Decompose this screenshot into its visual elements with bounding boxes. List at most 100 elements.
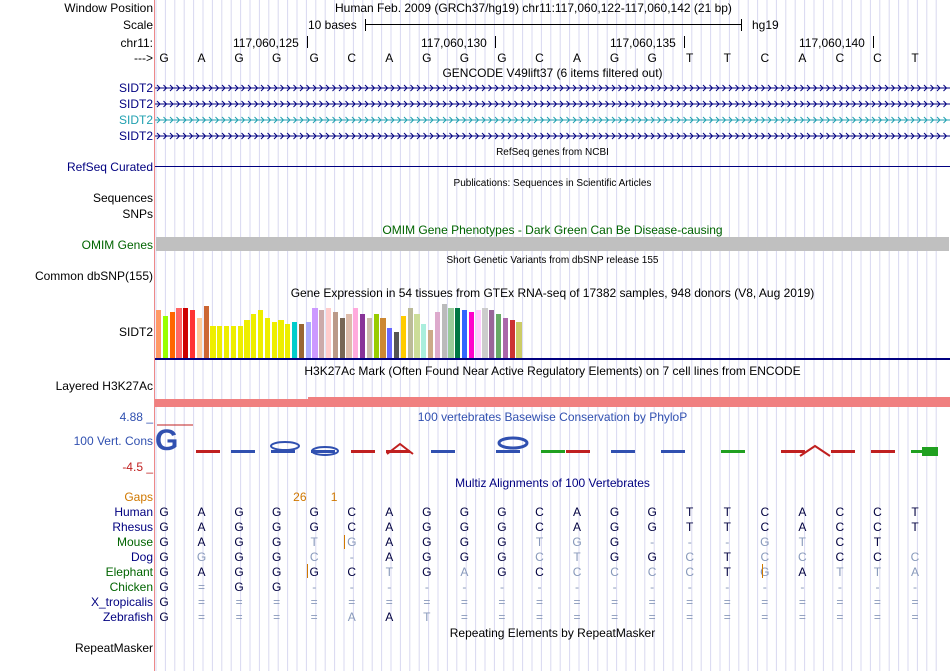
gtex-tissue-bar[interactable]	[217, 326, 223, 358]
aligned-base: =	[911, 610, 919, 624]
dbsnp-title: Short Genetic Variants from dbSNP releas…	[446, 255, 659, 266]
species-label[interactable]: Mouse	[117, 535, 153, 549]
gtex-tissue-bar[interactable]	[224, 326, 230, 358]
gtex-tissue-bar[interactable]	[169, 312, 175, 358]
aligned-base: -	[387, 580, 392, 594]
gtex-tissue-bar[interactable]	[339, 318, 345, 358]
conservation-logo[interactable]: G	[155, 420, 950, 460]
species-label[interactable]: Human	[114, 505, 153, 519]
gtex-tissue-bar[interactable]	[190, 310, 196, 358]
gtex-tissue-bar[interactable]	[455, 308, 461, 358]
gtex-tissue-bar[interactable]	[332, 312, 338, 358]
h3k27ac-label[interactable]: Layered H3K27Ac	[56, 379, 153, 393]
species-label[interactable]: Rhesus	[112, 520, 153, 534]
gtex-tissue-bar[interactable]	[203, 306, 209, 358]
gtex-tissue-bar[interactable]	[366, 318, 372, 358]
aligned-base: G	[647, 505, 657, 519]
gtex-tissue-bar[interactable]	[394, 332, 400, 358]
aligned-base: A	[385, 610, 394, 624]
gencode-gene-line[interactable]	[155, 115, 950, 125]
dbsnp-label[interactable]: Common dbSNP(155)	[35, 269, 153, 283]
gtex-tissue-bar[interactable]	[230, 326, 236, 358]
gtex-tissue-bar[interactable]	[183, 308, 189, 358]
gtex-tissue-bar[interactable]	[496, 314, 502, 358]
gencode-item-label[interactable]: SIDT2	[119, 97, 153, 111]
aligned-base: -	[800, 580, 805, 594]
gtex-tissue-bar[interactable]	[387, 328, 393, 358]
gtex-tissue-bar[interactable]	[326, 308, 332, 358]
gtex-tissue-bar[interactable]	[482, 308, 488, 358]
gtex-title: Gene Expression in 54 tissues from GTEx …	[290, 286, 815, 300]
gtex-tissue-bar[interactable]	[162, 316, 168, 358]
species-label[interactable]: Chicken	[110, 580, 153, 594]
gtex-tissue-bar[interactable]	[441, 304, 447, 358]
gencode-item-label[interactable]: SIDT2	[119, 129, 153, 143]
gtex-tissue-bar[interactable]	[237, 326, 243, 358]
gtex-tissue-bar[interactable]	[298, 324, 304, 358]
gencode-gene-line[interactable]	[155, 131, 950, 141]
gtex-tissue-bar[interactable]	[516, 322, 522, 358]
gtex-tissue-bar[interactable]	[271, 322, 277, 358]
cons-logo-mark	[541, 450, 565, 453]
gtex-tissue-bar[interactable]	[353, 308, 359, 358]
gtex-tissue-bar[interactable]	[210, 326, 216, 358]
gtex-tissue-bar[interactable]	[258, 310, 264, 358]
species-label[interactable]: Elephant	[106, 565, 153, 579]
gtex-tissue-bar[interactable]	[400, 316, 406, 358]
gtex-tissue-bar[interactable]	[346, 314, 352, 358]
gtex-tissue-bar[interactable]	[434, 312, 440, 358]
aligned-base: G	[609, 550, 620, 564]
gtex-tissue-bar[interactable]	[251, 314, 257, 358]
gtex-tissue-bar[interactable]	[462, 310, 468, 358]
gtex-tissue-bar[interactable]	[407, 308, 413, 358]
gtex-tissue-bar[interactable]	[305, 322, 311, 358]
h3k27ac-signal-right[interactable]	[308, 397, 950, 407]
gencode-gene-line[interactable]	[155, 99, 950, 109]
sequences-label[interactable]: Sequences	[93, 191, 153, 205]
gtex-tissue-bar[interactable]	[448, 308, 454, 358]
gtex-tissue-bar[interactable]	[475, 310, 481, 358]
gencode-item-label[interactable]: SIDT2	[119, 113, 153, 127]
gtex-tissue-bar[interactable]	[414, 314, 420, 358]
aligned-base: T	[535, 535, 544, 549]
gtex-tissue-bar[interactable]	[285, 324, 291, 358]
gtex-tissue-bar[interactable]	[502, 318, 508, 358]
gtex-tissue-bar[interactable]	[509, 320, 515, 358]
gtex-tissue-bar[interactable]	[319, 310, 325, 358]
h3k27ac-signal-left[interactable]	[155, 399, 308, 407]
gtex-tissue-bar[interactable]	[421, 324, 427, 358]
gtex-tissue-bar[interactable]	[360, 314, 366, 358]
aligned-base: C	[835, 520, 845, 534]
gtex-tissue-bar[interactable]	[292, 322, 298, 358]
aligned-base: G	[196, 550, 207, 564]
species-label[interactable]: X_tropicalis	[91, 595, 153, 609]
aligned-base: A	[197, 520, 206, 534]
gtex-tissue-bar[interactable]	[176, 308, 182, 358]
gencode-item-label[interactable]: SIDT2	[119, 81, 153, 95]
gtex-tissue-bar[interactable]	[428, 330, 434, 358]
aligned-base: =	[873, 595, 881, 609]
gtex-tissue-bar[interactable]	[380, 318, 386, 358]
species-label[interactable]: Dog	[131, 550, 153, 564]
aligned-base: A	[197, 565, 206, 579]
repeat-label[interactable]: RepeatMasker	[75, 641, 153, 655]
gtex-tissue-bar[interactable]	[489, 310, 495, 358]
refseq-label[interactable]: RefSeq Curated	[67, 160, 153, 174]
gtex-label[interactable]: SIDT2	[119, 325, 153, 339]
aligned-base: =	[460, 610, 468, 624]
gtex-tissue-bar[interactable]	[468, 312, 474, 358]
gtex-tissue-bar[interactable]	[196, 318, 202, 358]
snps-label[interactable]: SNPs	[122, 207, 153, 221]
gtex-tissue-bar[interactable]	[156, 310, 162, 358]
gtex-tissue-bar[interactable]	[264, 318, 270, 358]
gtex-tissue-bar[interactable]	[244, 320, 250, 358]
cons-label[interactable]: 100 Vert. Cons	[74, 434, 153, 448]
gencode-gene-line[interactable]	[155, 83, 950, 93]
gtex-tissue-bar[interactable]	[278, 320, 284, 358]
omim-label[interactable]: OMIM Genes	[82, 238, 153, 252]
gtex-tissue-bar[interactable]	[312, 308, 318, 358]
species-label[interactable]: Zebrafish	[103, 610, 153, 624]
gtex-tissue-bar[interactable]	[373, 314, 379, 358]
refseq-gene-line[interactable]	[155, 166, 950, 167]
omim-feature-bar[interactable]	[156, 237, 949, 251]
